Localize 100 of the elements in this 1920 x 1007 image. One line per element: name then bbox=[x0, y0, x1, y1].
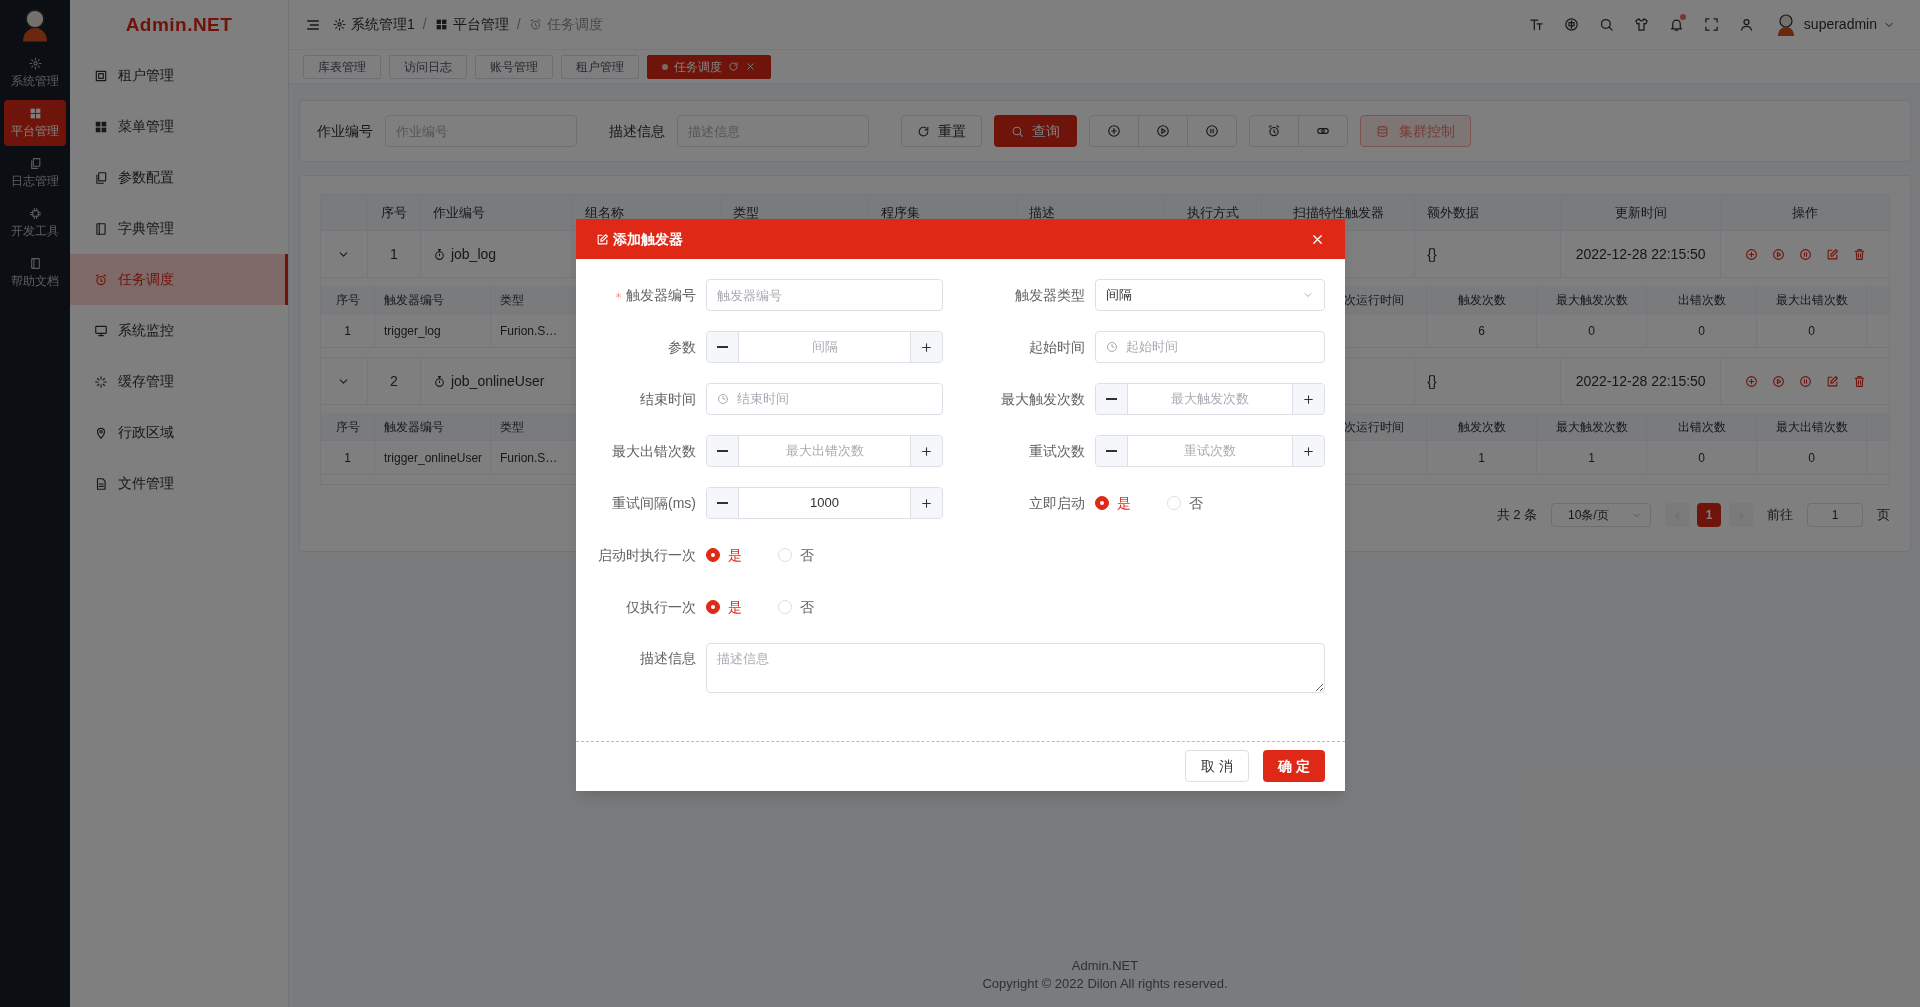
page-tab[interactable]: 任务调度 bbox=[647, 54, 771, 79]
page-tab[interactable]: 账号管理 bbox=[475, 54, 553, 79]
date-field[interactable]: 起始时间 bbox=[1095, 331, 1325, 363]
add-icon[interactable] bbox=[1744, 374, 1758, 388]
language-icon[interactable] bbox=[1563, 17, 1579, 32]
delete-icon[interactable] bbox=[1852, 374, 1866, 388]
field-label: 最大触发次数 bbox=[1001, 389, 1085, 409]
option-label[interactable]: 否 bbox=[800, 596, 820, 618]
minus-button[interactable] bbox=[707, 488, 739, 518]
reset-button[interactable]: 重置 bbox=[901, 115, 982, 147]
book-icon bbox=[28, 256, 42, 270]
date-input[interactable]: 结束时间 bbox=[737, 389, 932, 409]
start-icon[interactable] bbox=[1771, 247, 1785, 261]
alarm-clock-button[interactable] bbox=[1249, 115, 1299, 147]
input-field[interactable]: 触发器编号 bbox=[706, 279, 943, 311]
alarm-icon bbox=[94, 272, 108, 287]
add-button[interactable] bbox=[1089, 115, 1139, 147]
sidebar-item[interactable]: 行政区域 bbox=[70, 407, 288, 458]
table-cell-text: Furion.S… bbox=[500, 322, 558, 340]
number-stepper[interactable]: 1000 bbox=[706, 487, 943, 519]
delete-icon[interactable] bbox=[1852, 247, 1866, 261]
radio-button[interactable] bbox=[1095, 496, 1109, 510]
refresh-icon[interactable] bbox=[728, 61, 739, 72]
number-stepper[interactable]: 间隔 bbox=[706, 331, 943, 363]
bell-icon[interactable] bbox=[1668, 17, 1684, 32]
option-label[interactable]: 否 bbox=[1189, 492, 1209, 514]
minus-button[interactable] bbox=[1096, 384, 1128, 414]
minus-icon bbox=[717, 502, 728, 504]
plus-icon bbox=[920, 496, 933, 510]
search-icon[interactable] bbox=[1598, 17, 1614, 32]
sidebar-item[interactable]: 文件管理 bbox=[70, 458, 288, 509]
breadcrumb-link[interactable]: 系统管理1 bbox=[333, 14, 415, 35]
start-icon bbox=[1156, 124, 1170, 138]
option-label[interactable]: 是 bbox=[728, 596, 748, 618]
font-size-icon[interactable] bbox=[1528, 17, 1544, 32]
rail-item[interactable]: 开发工具 bbox=[4, 200, 66, 246]
rail-item[interactable]: 系统管理 bbox=[4, 50, 66, 96]
footer-title: Admin.NET bbox=[1071, 957, 1139, 975]
sidebar-item[interactable]: 缓存管理 bbox=[70, 356, 288, 407]
number-input[interactable]: 重试次数 bbox=[1128, 436, 1292, 466]
number-input[interactable]: 间隔 bbox=[739, 332, 910, 362]
plus-icon bbox=[1302, 444, 1315, 458]
description-field[interactable]: 描述信息 bbox=[706, 643, 1325, 693]
number-input[interactable]: 1000 bbox=[739, 488, 910, 518]
number-input[interactable]: 最大出错次数 bbox=[739, 436, 910, 466]
edit-icon[interactable] bbox=[1825, 374, 1839, 388]
date-field[interactable]: 结束时间 bbox=[706, 383, 943, 415]
query-button[interactable]: 查询 bbox=[994, 115, 1077, 147]
number-input[interactable]: 最大触发次数 bbox=[1128, 384, 1292, 414]
user-icon[interactable] bbox=[1738, 17, 1754, 32]
page-tab[interactable]: 租户管理 bbox=[561, 54, 639, 79]
close-icon[interactable] bbox=[745, 61, 756, 72]
option-label[interactable]: 是 bbox=[728, 544, 748, 566]
page-button[interactable]: 1 bbox=[1697, 503, 1721, 527]
number-stepper[interactable]: 重试次数 bbox=[1095, 435, 1325, 467]
number-stepper[interactable]: 最大出错次数 bbox=[706, 435, 943, 467]
sidebar-item[interactable]: 字典管理 bbox=[70, 203, 288, 254]
page-tab[interactable]: 访问日志 bbox=[389, 54, 467, 79]
pause-button[interactable] bbox=[1187, 115, 1237, 147]
pause-icon[interactable] bbox=[1798, 374, 1812, 388]
edit-icon[interactable] bbox=[1825, 247, 1839, 261]
shirt-icon[interactable] bbox=[1633, 17, 1649, 32]
breadcrumb-link[interactable]: 平台管理 bbox=[434, 14, 509, 35]
add-icon[interactable] bbox=[1744, 247, 1758, 261]
cancel-button[interactable]: 取 消 bbox=[1185, 750, 1250, 782]
link-button[interactable] bbox=[1298, 115, 1348, 147]
sidebar-item[interactable]: 任务调度 bbox=[70, 254, 288, 305]
option-label[interactable]: 是 bbox=[1117, 492, 1137, 514]
column-header: 最大触发次数 bbox=[1555, 291, 1628, 309]
clock-icon bbox=[1106, 341, 1118, 353]
rail-item[interactable]: 帮助文档 bbox=[4, 250, 66, 296]
rail-item[interactable]: 日志管理 bbox=[4, 150, 66, 196]
fullscreen-icon[interactable] bbox=[1703, 17, 1719, 32]
select-field[interactable]: 间隔 bbox=[1095, 279, 1325, 311]
rail-item[interactable]: 平台管理 bbox=[4, 100, 66, 146]
minus-button[interactable] bbox=[707, 332, 739, 362]
date-input[interactable]: 起始时间 bbox=[1126, 337, 1314, 357]
radio-button[interactable] bbox=[706, 548, 720, 562]
monitor-icon bbox=[94, 323, 108, 338]
gear-icon bbox=[333, 18, 346, 31]
minus-button[interactable] bbox=[1096, 436, 1128, 466]
page-tab[interactable]: 库表管理 bbox=[303, 54, 381, 79]
sidebar-item[interactable]: 系统监控 bbox=[70, 305, 288, 356]
radio-button[interactable] bbox=[706, 600, 720, 614]
column-header: 最大出错次数 bbox=[1775, 291, 1848, 309]
minus-button[interactable] bbox=[707, 436, 739, 466]
page-number-field[interactable]: 1 bbox=[1807, 503, 1863, 527]
dialog-title: 添加触发器 bbox=[613, 229, 683, 249]
sidebar-item[interactable]: 参数配置 bbox=[70, 152, 288, 203]
option-label[interactable]: 否 bbox=[800, 544, 820, 566]
start-button[interactable] bbox=[1138, 115, 1188, 147]
user-menu[interactable]: superadmin bbox=[1773, 12, 1895, 37]
pause-icon[interactable] bbox=[1798, 247, 1812, 261]
number-stepper[interactable]: 最大触发次数 bbox=[1095, 383, 1325, 415]
column-header: 出错次数 bbox=[1677, 291, 1726, 309]
start-icon[interactable] bbox=[1771, 374, 1785, 388]
page-size-select[interactable]: 10条/页 bbox=[1551, 503, 1651, 527]
sidebar-item[interactable]: 菜单管理 bbox=[70, 101, 288, 152]
sidebar-item[interactable]: 租户管理 bbox=[70, 50, 288, 101]
confirm-button[interactable]: 确 定 bbox=[1263, 750, 1325, 782]
